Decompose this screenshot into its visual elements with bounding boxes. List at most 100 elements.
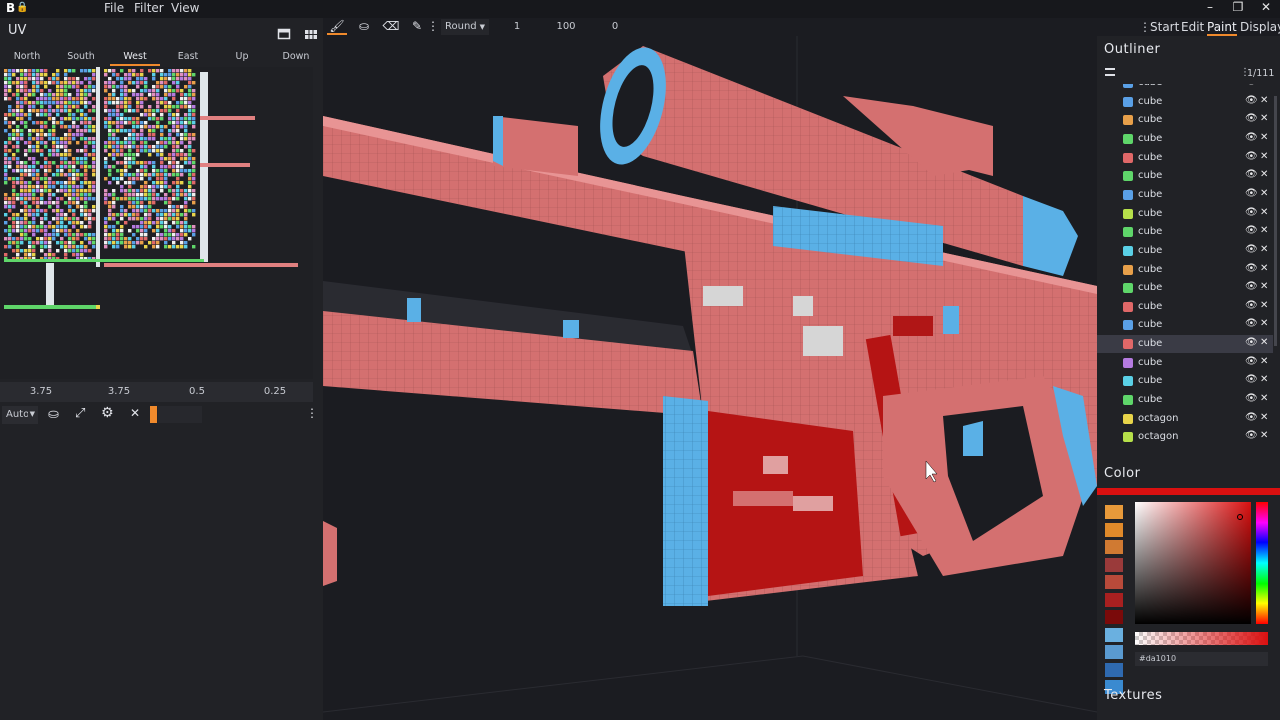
visibility-icon[interactable]: 👁 bbox=[1245, 151, 1258, 162]
visibility-icon[interactable]: 👁 bbox=[1245, 337, 1258, 348]
delete-icon[interactable]: ✕ bbox=[1260, 337, 1268, 348]
visibility-icon[interactable]: 👁 bbox=[1245, 244, 1258, 255]
grid-icon[interactable] bbox=[304, 26, 320, 40]
more-icon[interactable]: ⋮ bbox=[306, 406, 318, 420]
outliner-item[interactable]: cube 👁✕ bbox=[1097, 261, 1273, 279]
delete-icon[interactable]: ✕ bbox=[1260, 132, 1268, 143]
outliner-item[interactable]: cube 👁✕ bbox=[1097, 335, 1273, 354]
brush-size-input[interactable]: 1 bbox=[495, 19, 539, 35]
uv-value-x[interactable]: 3.75 bbox=[2, 386, 80, 397]
auto-select[interactable]: Auto ▼ bbox=[2, 406, 38, 424]
mode-edit[interactable]: Edit bbox=[1181, 20, 1204, 34]
uv-value-height[interactable]: 0.25 bbox=[236, 386, 314, 397]
delete-icon[interactable]: ✕ bbox=[1260, 412, 1268, 423]
visibility-icon[interactable]: 👁 bbox=[1245, 95, 1258, 106]
palette-swatch[interactable] bbox=[1105, 627, 1123, 642]
visibility-icon[interactable]: 👁 bbox=[1245, 281, 1258, 292]
uv-value-width[interactable]: 0.5 bbox=[158, 386, 236, 397]
menu-filter[interactable]: Filter bbox=[134, 1, 164, 15]
settings-icon[interactable]: ⚙ bbox=[101, 405, 114, 421]
outliner-item[interactable]: octagon 👁 ✕ bbox=[1097, 410, 1273, 428]
eraser-icon[interactable]: ⌫ bbox=[381, 19, 401, 35]
outliner-item[interactable]: cube 👁✕ bbox=[1097, 130, 1273, 148]
maximize-icon[interactable]: ❐ bbox=[1226, 0, 1250, 18]
3d-viewport[interactable] bbox=[323, 36, 1097, 720]
delete-icon[interactable]: ✕ bbox=[1260, 263, 1268, 274]
mode-paint[interactable]: Paint bbox=[1207, 20, 1237, 36]
outliner-item[interactable]: cube 👁✕ bbox=[1097, 167, 1273, 185]
menu-file[interactable]: File bbox=[104, 1, 124, 15]
hue-slider[interactable] bbox=[1256, 502, 1268, 624]
outliner-item[interactable]: cube 👁✕ bbox=[1097, 316, 1273, 334]
visibility-icon[interactable]: 👁 bbox=[1245, 84, 1258, 87]
palette-swatch[interactable] bbox=[1105, 662, 1123, 677]
visibility-icon[interactable]: 👁 bbox=[1245, 113, 1258, 124]
delete-icon[interactable]: ✕ bbox=[1260, 188, 1268, 199]
brush-icon[interactable]: 🖌 bbox=[327, 19, 347, 35]
outliner-item[interactable]: octagon 👁 ✕ bbox=[1097, 428, 1273, 446]
paint-bucket-icon[interactable]: ⛀ bbox=[48, 407, 59, 422]
visibility-icon[interactable]: 👁 bbox=[1245, 318, 1258, 329]
picker-handle[interactable] bbox=[1237, 514, 1243, 520]
tab-west[interactable]: West bbox=[108, 51, 162, 66]
visibility-icon[interactable]: 👁 bbox=[1245, 207, 1258, 218]
close-icon[interactable]: ✕ bbox=[1254, 0, 1278, 18]
delete-icon[interactable]: ✕ bbox=[1260, 281, 1268, 292]
delete-icon[interactable]: ✕ bbox=[1260, 244, 1268, 255]
delete-icon[interactable]: ✕ bbox=[1260, 430, 1268, 441]
outliner-item[interactable]: cube 👁✕ bbox=[1097, 354, 1273, 372]
palette-swatch[interactable] bbox=[1105, 505, 1123, 519]
uv-value-y[interactable]: 3.75 bbox=[80, 386, 158, 397]
brush-softness-input[interactable]: 0 bbox=[593, 19, 637, 35]
outliner-item[interactable]: cube 👁✕ bbox=[1097, 279, 1273, 297]
delete-icon[interactable]: ✕ bbox=[1260, 113, 1268, 124]
outliner-item[interactable]: cube 👁✕ bbox=[1097, 149, 1273, 167]
visibility-icon[interactable]: 👁 bbox=[1245, 412, 1258, 423]
visibility-icon[interactable]: 👁 bbox=[1245, 393, 1258, 404]
mode-display[interactable]: Display bbox=[1240, 20, 1280, 34]
delete-icon[interactable]: ✕ bbox=[1260, 151, 1268, 162]
outliner-item[interactable]: cube 👁✕ bbox=[1097, 242, 1273, 260]
collapse-icon[interactable] bbox=[1105, 68, 1115, 76]
outliner-item[interactable]: cube 👁✕ bbox=[1097, 298, 1273, 316]
delete-icon[interactable]: ✕ bbox=[1260, 374, 1268, 385]
palette-swatch[interactable] bbox=[1105, 610, 1123, 624]
tab-down[interactable]: Down bbox=[269, 51, 323, 62]
delete-icon[interactable]: ✕ bbox=[1260, 169, 1268, 180]
tab-east[interactable]: East bbox=[161, 51, 215, 62]
visibility-icon[interactable]: 👁 bbox=[1245, 188, 1258, 199]
brush-opacity-input[interactable]: 100 bbox=[544, 19, 588, 35]
delete-icon[interactable]: ✕ bbox=[1260, 318, 1268, 329]
visibility-icon[interactable]: 👁 bbox=[1245, 430, 1258, 441]
outliner-item[interactable]: cube 👁✕ bbox=[1097, 205, 1273, 223]
menu-view[interactable]: View bbox=[171, 1, 199, 15]
outliner-item[interactable]: cube 👁✕ bbox=[1097, 223, 1273, 241]
visibility-icon[interactable]: 👁 bbox=[1245, 225, 1258, 236]
outliner-item[interactable]: cube 👁✕ bbox=[1097, 391, 1273, 409]
palette-swatch[interactable] bbox=[1105, 645, 1123, 659]
delete-icon[interactable]: ✕ bbox=[1260, 207, 1268, 218]
outliner-item[interactable]: cube 👁✕ bbox=[1097, 111, 1273, 129]
saturation-picker[interactable] bbox=[1135, 502, 1251, 624]
visibility-icon[interactable]: 👁 bbox=[1245, 374, 1258, 385]
minimize-icon[interactable]: – bbox=[1198, 0, 1222, 18]
tab-south[interactable]: South bbox=[54, 51, 108, 62]
tab-north[interactable]: North bbox=[0, 51, 54, 62]
outliner-item[interactable]: cube 👁✕ bbox=[1097, 84, 1273, 92]
visibility-icon[interactable]: 👁 bbox=[1245, 300, 1258, 311]
visibility-icon[interactable]: 👁 bbox=[1245, 263, 1258, 274]
delete-icon[interactable]: ✕ bbox=[1260, 225, 1268, 236]
hex-input[interactable]: #da1010 bbox=[1135, 652, 1268, 666]
clear-icon[interactable]: ✕ bbox=[130, 406, 140, 420]
delete-icon[interactable]: ✕ bbox=[1260, 84, 1268, 87]
delete-icon[interactable]: ✕ bbox=[1260, 356, 1268, 367]
outliner-item[interactable]: cube 👁✕ bbox=[1097, 372, 1273, 390]
outliner-item[interactable]: cube 👁✕ bbox=[1097, 186, 1273, 204]
palette-swatch[interactable] bbox=[1105, 575, 1123, 589]
outliner-scrollbar[interactable] bbox=[1274, 96, 1277, 346]
delete-icon[interactable]: ✕ bbox=[1260, 300, 1268, 311]
visibility-icon[interactable]: 👁 bbox=[1245, 169, 1258, 180]
fill-bucket-icon[interactable]: ⛀ bbox=[354, 19, 374, 35]
palette-swatch[interactable] bbox=[1105, 557, 1123, 572]
window-icon[interactable] bbox=[277, 26, 293, 40]
